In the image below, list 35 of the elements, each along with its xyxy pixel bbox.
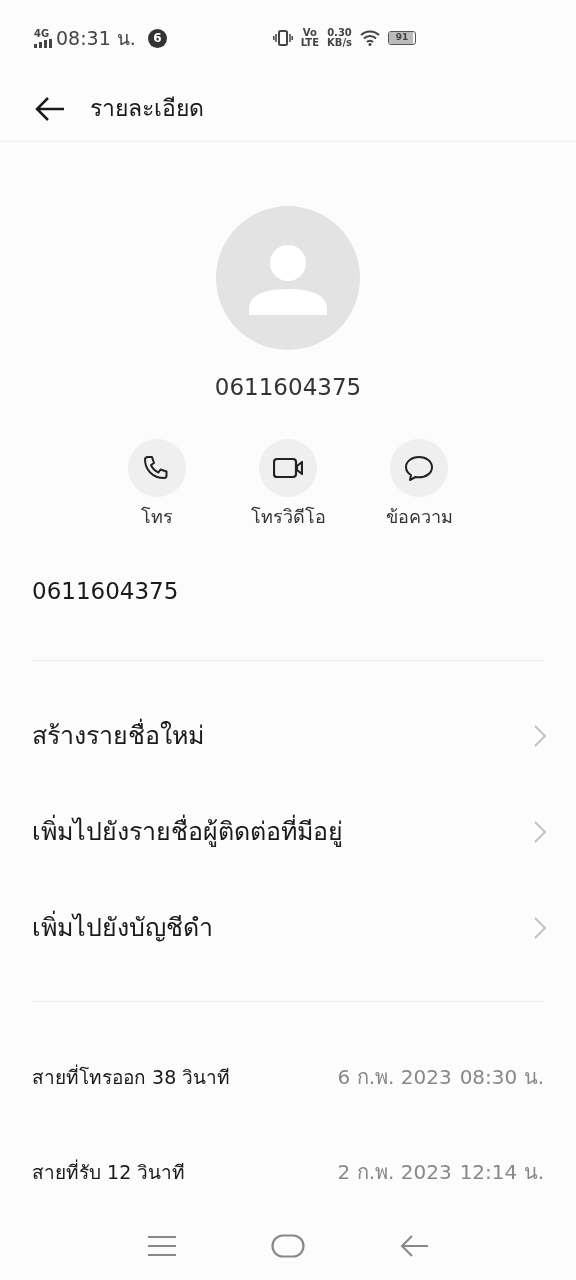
wifi-icon [360,30,380,46]
speed-unit: KB/s [327,38,352,48]
back-icon[interactable] [399,1234,429,1258]
chevron-right-icon [534,820,546,843]
action-label: โทร [141,504,173,529]
back-button[interactable] [34,95,66,122]
back-icon [34,95,66,122]
network-speed: 0.30 [327,28,352,38]
call-time: 08:30 น. [459,1064,544,1091]
chat-bubble-icon [404,453,434,482]
menu-item[interactable]: สร้างรายชื่อใหม่ [0,687,576,784]
call-date: 6 ก.พ. 2023 [337,1064,452,1091]
chevron-right-icon [534,724,546,747]
page-title: รายละเอียด [90,94,204,124]
volte-label: LTE [300,38,319,48]
menu-item[interactable]: เพิ่มไปยังบัญชีดำ [0,879,576,976]
vibrate-icon [272,30,293,46]
network-type: 4G [34,28,51,39]
call-description: สายที่โทรออก 38 วินาที [32,1063,231,1090]
notification-count: 6 [147,28,167,48]
call-time: 12:14 น. [459,1159,544,1186]
volte-label: Vo [302,28,317,38]
battery-indicator: 91 [388,31,416,45]
call-description: สายที่รับ 12 วินาที [32,1158,186,1185]
action-label: โทรวิดีโอ [250,504,326,529]
chevron-right-icon [534,916,546,939]
phone-number: 0611604375 [31,576,180,606]
menu-icon[interactable] [147,1235,177,1257]
menu-item[interactable]: เพิ่มไปยังรายชื่อผู้ติดต่อที่มีอยู่ [0,783,576,880]
home-icon[interactable] [271,1234,305,1258]
contact-number: 0611604375 [213,373,363,402]
status-time: 08:31 น. [56,25,136,51]
signal-icon [34,38,52,48]
action-label: ข้อความ [385,504,453,529]
call-date: 2 ก.พ. 2023 [337,1159,452,1186]
